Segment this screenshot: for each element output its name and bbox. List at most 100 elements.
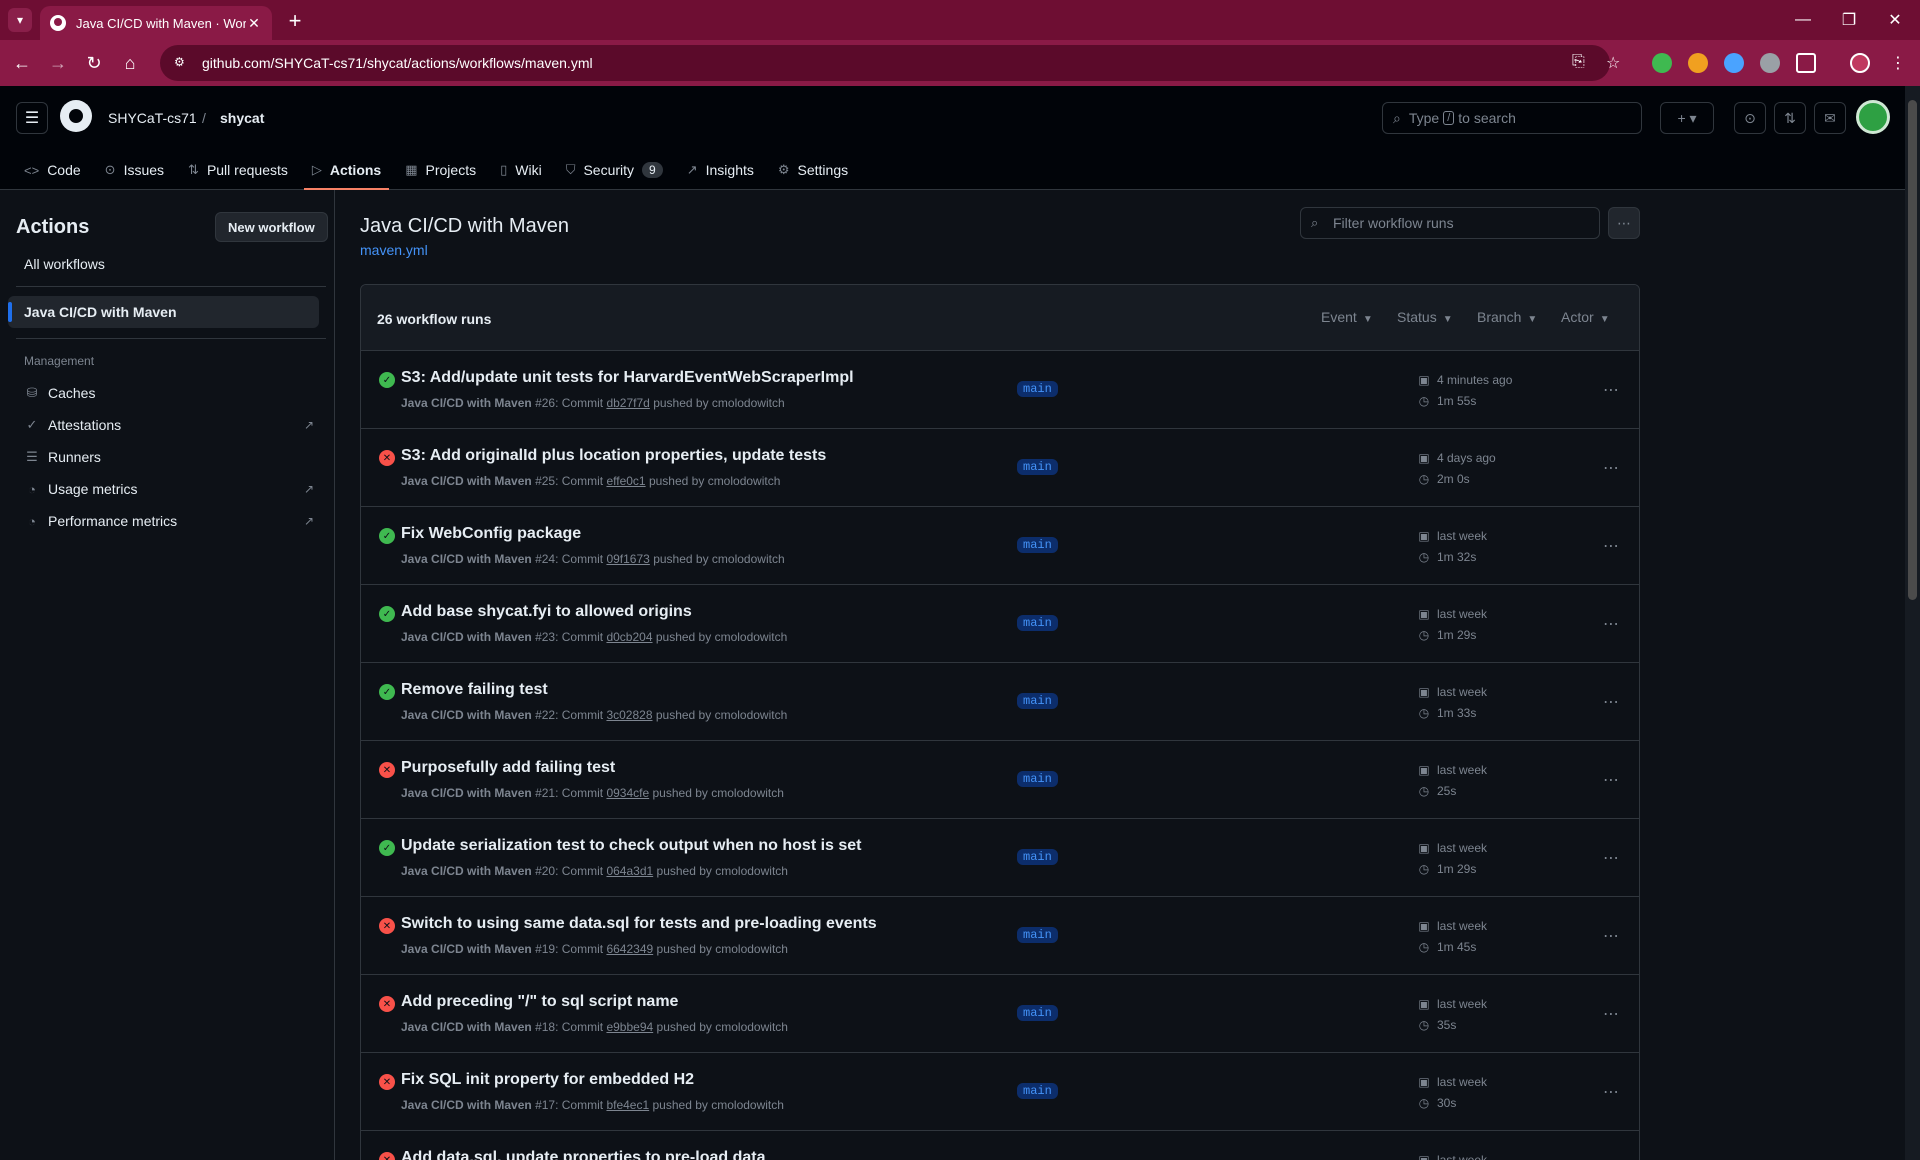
back-icon[interactable]: ← bbox=[8, 49, 36, 77]
close-window-icon[interactable]: ✕ bbox=[1872, 0, 1918, 40]
commit-sha-link[interactable]: db27f7d bbox=[606, 396, 649, 410]
workflow-run-row[interactable]: ✓ Remove failing test Java CI/CD with Mave… bbox=[361, 663, 1639, 741]
workflow-run-row[interactable]: ✕ Add data.sql, update properties to pre-… bbox=[361, 1131, 1639, 1160]
commit-sha-link[interactable]: 6642349 bbox=[606, 942, 653, 956]
workflow-run-row[interactable]: ✕ Fix SQL init property for embedded H2 Ja… bbox=[361, 1053, 1639, 1131]
new-tab-button[interactable]: + bbox=[282, 8, 308, 34]
tab-code[interactable]: <> Code bbox=[16, 150, 89, 190]
tab-projects[interactable]: ▦ Projects bbox=[397, 150, 484, 190]
run-title-link[interactable]: Add preceding "/" to sql script name bbox=[401, 993, 678, 1011]
tab-insights[interactable]: ↗ Insights bbox=[679, 150, 762, 190]
commit-sha-link[interactable]: bfe4ec1 bbox=[606, 1098, 649, 1112]
extension-icon[interactable] bbox=[1688, 53, 1708, 73]
forward-icon[interactable]: → bbox=[44, 49, 72, 77]
commit-sha-link[interactable]: e9bbe94 bbox=[606, 1020, 653, 1034]
run-menu-button[interactable]: ⋯ bbox=[1597, 1078, 1625, 1106]
search-input[interactable]: ⌕ Type / to search bbox=[1382, 102, 1642, 134]
user-avatar[interactable] bbox=[1856, 100, 1890, 134]
menu-icon[interactable]: ☰ bbox=[16, 102, 48, 134]
run-actor[interactable]: cmolodowitch bbox=[708, 474, 781, 488]
run-menu-button[interactable]: ⋯ bbox=[1597, 766, 1625, 794]
run-title-link[interactable]: Switch to using same data.sql for tests … bbox=[401, 915, 877, 933]
run-menu-button[interactable]: ⋯ bbox=[1597, 1000, 1625, 1028]
commit-sha-link[interactable]: effe0c1 bbox=[606, 474, 645, 488]
home-icon[interactable]: ⌂ bbox=[116, 49, 144, 77]
sidebar-item-all-workflows[interactable]: All workflows bbox=[24, 256, 105, 272]
workflow-file-link[interactable]: maven.yml bbox=[360, 242, 428, 258]
commit-sha-link[interactable]: d0cb204 bbox=[606, 630, 652, 644]
run-actor[interactable]: cmolodowitch bbox=[712, 396, 785, 410]
branch-badge[interactable]: main bbox=[1017, 459, 1058, 475]
commit-sha-link[interactable]: 09f1673 bbox=[606, 552, 649, 566]
run-menu-button[interactable]: ⋯ bbox=[1597, 610, 1625, 638]
branch-badge[interactable]: main bbox=[1017, 693, 1058, 709]
commit-sha-link[interactable]: 064a3d1 bbox=[606, 864, 653, 878]
branch-badge[interactable]: main bbox=[1017, 615, 1058, 631]
tab-wiki[interactable]: ▯ Wiki bbox=[492, 150, 550, 190]
scrollbar[interactable] bbox=[1905, 86, 1920, 1160]
sidebar-item-attestations[interactable]: ✓ Attestations ↗ bbox=[24, 414, 314, 436]
extension-icon[interactable] bbox=[1760, 53, 1780, 73]
browser-tab[interactable]: Java CI/CD with Maven · Workfl ✕ bbox=[40, 6, 272, 40]
extensions-puzzle-icon[interactable] bbox=[1796, 53, 1816, 73]
run-actor[interactable]: cmolodowitch bbox=[715, 708, 788, 722]
branch-badge[interactable]: main bbox=[1017, 927, 1058, 943]
status-filter[interactable]: Status ▼ bbox=[1397, 309, 1453, 325]
bookmark-star-icon[interactable]: ☆ bbox=[1606, 53, 1620, 73]
branch-badge[interactable]: main bbox=[1017, 381, 1058, 397]
actor-filter[interactable]: Actor ▼ bbox=[1561, 309, 1610, 325]
commit-sha-link[interactable]: 0934cfe bbox=[606, 786, 649, 800]
workflow-run-row[interactable]: ✓ Add base shycat.fyi to allowed origins J… bbox=[361, 585, 1639, 663]
run-actor[interactable]: cmolodowitch bbox=[715, 864, 788, 878]
run-menu-button[interactable]: ⋯ bbox=[1597, 688, 1625, 716]
tab-issues[interactable]: ⊙ Issues bbox=[97, 150, 172, 190]
inbox-icon[interactable]: ✉ bbox=[1814, 102, 1846, 134]
profile-avatar[interactable] bbox=[1850, 53, 1870, 73]
event-filter[interactable]: Event ▼ bbox=[1321, 309, 1373, 325]
workflow-run-row[interactable]: ✕ S3: Add originalId plus location proper… bbox=[361, 429, 1639, 507]
pull-requests-icon[interactable]: ⇅ bbox=[1774, 102, 1806, 134]
extension-icon[interactable] bbox=[1652, 53, 1672, 73]
branch-badge[interactable]: main bbox=[1017, 1083, 1058, 1099]
breadcrumb-repo[interactable]: shycat bbox=[220, 110, 264, 126]
run-menu-button[interactable]: ⋯ bbox=[1597, 532, 1625, 560]
run-actor[interactable]: cmolodowitch bbox=[711, 1098, 784, 1112]
branch-filter[interactable]: Branch ▼ bbox=[1477, 309, 1537, 325]
run-menu-button[interactable]: ⋯ bbox=[1597, 376, 1625, 404]
run-menu-button[interactable]: ⋯ bbox=[1597, 844, 1625, 872]
workflow-run-row[interactable]: ✕ Add preceding "/" to sql script name Jav… bbox=[361, 975, 1639, 1053]
tab-security[interactable]: ⛉ Security 9 bbox=[558, 150, 671, 190]
run-actor[interactable]: cmolodowitch bbox=[715, 942, 788, 956]
run-title-link[interactable]: Purposefully add failing test bbox=[401, 759, 615, 777]
run-title-link[interactable]: S3: Add/update unit tests for HarvardEve… bbox=[401, 369, 854, 387]
run-menu-button[interactable]: ⋯ bbox=[1597, 922, 1625, 950]
commit-sha-link[interactable]: 3c02828 bbox=[606, 708, 652, 722]
breadcrumb-owner[interactable]: SHYCaT-cs71 bbox=[108, 110, 197, 126]
scrollbar-thumb[interactable] bbox=[1908, 100, 1917, 600]
run-title-link[interactable]: S3: Add originalId plus location propert… bbox=[401, 447, 826, 465]
sidebar-item-java-ci-cd[interactable]: Java CI/CD with Maven bbox=[8, 296, 319, 328]
run-title-link[interactable]: Update serialization test to check outpu… bbox=[401, 837, 862, 855]
filter-runs-input[interactable]: ⌕ Filter workflow runs bbox=[1300, 207, 1600, 239]
workflow-run-row[interactable]: ✕ Switch to using same data.sql for tests… bbox=[361, 897, 1639, 975]
address-bar[interactable]: ⚙ github.com/SHYCaT-cs71/shycat/actions/… bbox=[160, 45, 1620, 81]
branch-badge[interactable]: main bbox=[1017, 771, 1058, 787]
run-title-link[interactable]: Add data.sql, update properties to pre-l… bbox=[401, 1149, 765, 1160]
site-info-icon[interactable]: ⚙ bbox=[174, 55, 190, 71]
sidebar-item-performance-metrics[interactable]: ◔ Performance metrics ↗ bbox=[24, 510, 314, 532]
workflow-run-row[interactable]: ✕ Purposefully add failing test Java CI/CD… bbox=[361, 741, 1639, 819]
new-workflow-button[interactable]: New workflow bbox=[215, 212, 328, 242]
extension-icon[interactable] bbox=[1724, 53, 1744, 73]
restore-icon[interactable]: ❐ bbox=[1826, 0, 1872, 40]
tab-actions[interactable]: ▷ Actions bbox=[303, 150, 390, 190]
branch-badge[interactable]: main bbox=[1017, 1005, 1058, 1021]
github-logo-icon[interactable] bbox=[60, 100, 92, 132]
run-actor[interactable]: cmolodowitch bbox=[712, 552, 785, 566]
sidebar-item-caches[interactable]: ⛁ Caches bbox=[24, 382, 314, 404]
workflow-run-row[interactable]: ✓ Update serialization test to check outp… bbox=[361, 819, 1639, 897]
run-title-link[interactable]: Remove failing test bbox=[401, 681, 548, 699]
workflow-run-row[interactable]: ✓ S3: Add/update unit tests for HarvardEv… bbox=[361, 351, 1639, 429]
run-actor[interactable]: cmolodowitch bbox=[711, 786, 784, 800]
create-new-button[interactable]: + ▾ bbox=[1660, 102, 1714, 134]
issues-icon[interactable]: ⊙ bbox=[1734, 102, 1766, 134]
